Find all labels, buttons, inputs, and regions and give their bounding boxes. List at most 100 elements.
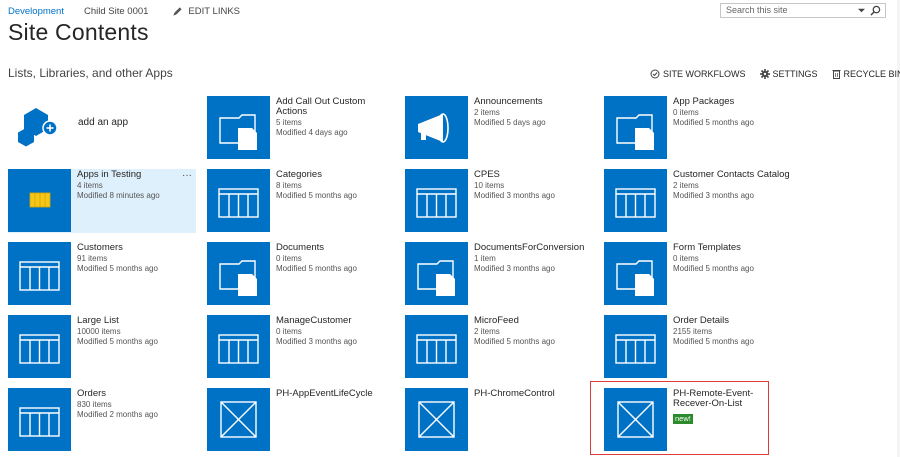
tile-name[interactable]: Documents <box>276 243 394 253</box>
tile-modified: Modified 3 months ago <box>673 191 754 200</box>
tile-name[interactable]: Order Details <box>673 316 791 326</box>
tile-modified: Modified 8 minutes ago <box>77 191 160 200</box>
tile-name[interactable]: Form Templates <box>673 243 791 253</box>
app-tile-orders[interactable]: Orders 830 items Modified 2 months ago <box>8 388 198 452</box>
add-app-tile[interactable]: add an app <box>8 96 198 160</box>
tile-item-count: 10 items <box>474 181 505 190</box>
folder-icon <box>604 96 667 159</box>
top-nav: Development Child Site 0001 EDIT LINKS <box>8 3 240 19</box>
tile-item-count: 0 items <box>276 327 302 336</box>
search-box[interactable]: Search this site <box>720 3 886 18</box>
app-tile-documents-for-conversion[interactable]: DocumentsForConversion 1 item Modified 3… <box>405 242 595 306</box>
tile-item-count: 8 items <box>276 181 302 190</box>
app-tile-large-list[interactable]: Large List 10000 items Modified 5 months… <box>8 315 198 379</box>
tile-name[interactable]: Large List <box>77 316 195 326</box>
recycle-bin-icon <box>832 70 841 79</box>
tile-item-count: 830 items <box>77 400 112 409</box>
folder-icon <box>405 242 468 305</box>
tile-item-count: 0 items <box>673 254 699 263</box>
app-tile-cpes[interactable]: CPES 10 items Modified 3 months ago <box>405 169 595 233</box>
chevron-down-icon[interactable] <box>858 7 865 14</box>
settings-label: SETTINGS <box>772 69 818 79</box>
tile-name[interactable]: Announcements <box>474 97 592 107</box>
tile-item-count: 10000 items <box>77 327 121 336</box>
workflow-icon <box>650 69 660 79</box>
tile-item-count: 2 items <box>673 181 699 190</box>
tile-name[interactable]: Add Call Out Custom Actions <box>276 97 394 117</box>
list-icon <box>604 169 667 232</box>
tile-modified: Modified 5 months ago <box>276 264 357 273</box>
search-icon[interactable] <box>870 5 881 16</box>
nav-link-development[interactable]: Development <box>8 6 64 17</box>
app-tile-apps-in-testing[interactable]: Apps in Testing ··· 4 items Modified 8 m… <box>8 169 196 233</box>
app-tile-app-packages[interactable]: App Packages 0 items Modified 5 months a… <box>604 96 794 160</box>
tile-modified: Modified 3 months ago <box>276 337 357 346</box>
list-icon <box>8 242 71 305</box>
list-icon <box>207 315 270 378</box>
app-tile-microfeed[interactable]: MicroFeed 2 items Modified 5 months ago <box>405 315 595 379</box>
app-tile-customer-contacts-catalog[interactable]: Customer Contacts Catalog 2 items Modifi… <box>604 169 794 233</box>
list-icon <box>8 315 71 378</box>
tile-item-count: 2 items <box>474 108 500 117</box>
search-input[interactable]: Search this site <box>726 5 788 15</box>
tile-name[interactable]: Apps in Testing <box>77 170 195 180</box>
section-heading: Lists, Libraries, and other Apps <box>8 66 173 80</box>
tile-item-count: 4 items <box>77 181 103 190</box>
edit-links-label: EDIT LINKS <box>188 5 240 17</box>
tile-modified: Modified 5 months ago <box>276 191 357 200</box>
list-icon <box>405 315 468 378</box>
edit-links-button[interactable]: EDIT LINKS <box>172 6 240 17</box>
app-tile-customers[interactable]: Customers 91 items Modified 5 months ago <box>8 242 198 306</box>
site-workflows-button[interactable]: SITE WORKFLOWS <box>650 69 746 79</box>
tile-item-count: 1 item <box>474 254 496 263</box>
page-title: Site Contents <box>8 19 149 45</box>
folder-icon <box>604 242 667 305</box>
tile-item-count: 0 items <box>276 254 302 263</box>
tile-name[interactable]: Customers <box>77 243 195 253</box>
tile-modified: Modified 5 months ago <box>474 337 555 346</box>
settings-button[interactable]: SETTINGS <box>759 69 818 79</box>
site-workflows-label: SITE WORKFLOWS <box>663 69 746 79</box>
app-tile-categories[interactable]: Categories 8 items Modified 5 months ago <box>207 169 397 233</box>
tile-name[interactable]: Orders <box>77 389 195 399</box>
tile-modified: Modified 3 months ago <box>474 191 555 200</box>
app-tile-form-templates[interactable]: Form Templates 0 items Modified 5 months… <box>604 242 794 306</box>
tile-modified: Modified 2 months ago <box>77 410 158 419</box>
tile-name[interactable]: PH-ChromeControl <box>474 389 592 399</box>
tile-item-count: 91 items <box>77 254 108 263</box>
app-tile-add-call-out-custom-actions[interactable]: Add Call Out Custom Actions 5 items Modi… <box>207 96 397 160</box>
tile-modified: Modified 5 months ago <box>77 337 158 346</box>
tile-modified: Modified 5 months ago <box>77 264 158 273</box>
list-icon <box>405 169 468 232</box>
app-tile-manage-customer[interactable]: ManageCustomer 0 items Modified 3 months… <box>207 315 397 379</box>
tile-modified: Modified 3 months ago <box>474 264 555 273</box>
app-tile-ph-chrome-control[interactable]: PH-ChromeControl <box>405 388 595 452</box>
app-placeholder-icon <box>405 388 468 451</box>
app-tile-documents[interactable]: Documents 0 items Modified 5 months ago <box>207 242 397 306</box>
tile-name[interactable]: MicroFeed <box>474 316 592 326</box>
tile-modified: Modified 5 months ago <box>673 264 754 273</box>
tile-item-count: 2 items <box>474 327 500 336</box>
tile-item-count: 5 items <box>276 118 302 127</box>
tile-name[interactable]: App Packages <box>673 97 791 107</box>
pencil-icon <box>173 6 183 16</box>
tile-name[interactable]: DocumentsForConversion <box>474 243 592 253</box>
tile-item-count: 2155 items <box>673 327 713 336</box>
app-tile-ph-app-event-life-cycle[interactable]: PH-AppEventLifeCycle <box>207 388 397 452</box>
tile-item-count: 0 items <box>673 108 699 117</box>
app-tile-announcements[interactable]: Announcements 2 items Modified 5 days ag… <box>405 96 595 160</box>
page-actions: SITE WORKFLOWS SETTINGS RECYCLE BIN (1) <box>650 69 900 79</box>
nav-link-child-site[interactable]: Child Site 0001 <box>84 6 148 17</box>
tile-name[interactable]: CPES <box>474 170 592 180</box>
tile-name[interactable]: PH-AppEventLifeCycle <box>276 389 394 399</box>
list-icon <box>604 315 667 378</box>
more-options-icon[interactable]: ··· <box>182 170 192 181</box>
recycle-bin-button[interactable]: RECYCLE BIN (1) <box>832 69 900 79</box>
tile-modified: Modified 5 months ago <box>673 118 754 127</box>
gear-icon <box>759 69 770 79</box>
tile-name[interactable]: Customer Contacts Catalog <box>673 170 791 180</box>
tile-name[interactable]: Categories <box>276 170 394 180</box>
tile-name[interactable]: ManageCustomer <box>276 316 394 326</box>
app-tile-order-details[interactable]: Order Details 2155 items Modified 5 mont… <box>604 315 794 379</box>
list-icon <box>8 388 71 451</box>
